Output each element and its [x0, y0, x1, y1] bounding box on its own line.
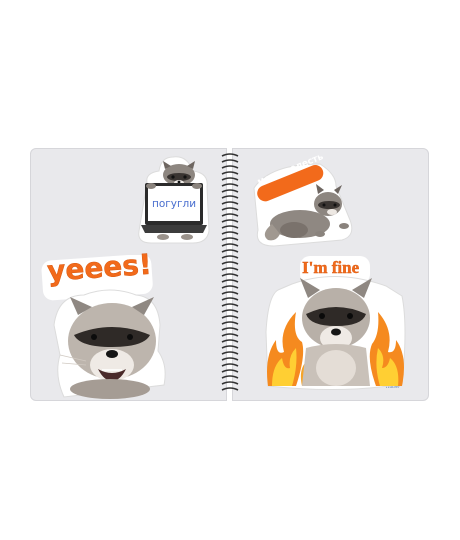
spiral-binding [221, 153, 239, 391]
im-fine-caption: I'm fine [302, 258, 360, 277]
precious-raccoon-sticker: моя прелесть [250, 152, 360, 250]
im-fine-raccoon-sticker: I'm fine [262, 256, 412, 396]
laptop-screen-text: погугли [151, 198, 197, 210]
yeees-raccoon-sticker: yeees! [40, 247, 180, 400]
laptop-raccoon-sticker: погугли [133, 153, 213, 245]
